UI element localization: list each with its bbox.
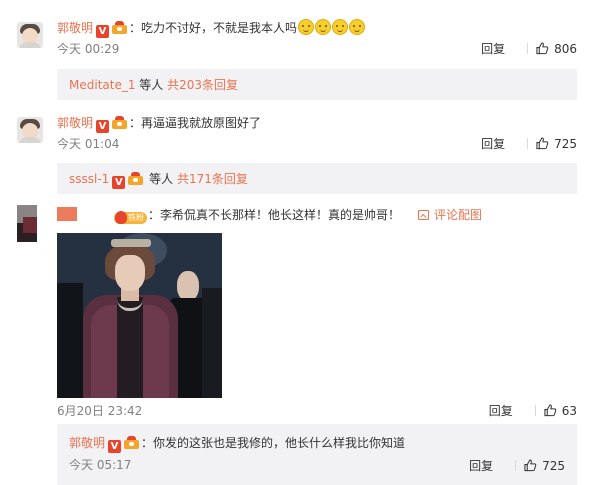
sub-replies-box[interactable]: ssssl-1 V 等人 共171条回复 xyxy=(57,163,577,194)
avatar[interactable] xyxy=(17,205,37,242)
avatar[interactable] xyxy=(17,22,43,48)
sub-reply-total-link[interactable]: 共203条回复 xyxy=(167,78,238,92)
v-badge-icon: V xyxy=(112,176,126,189)
comment-photo[interactable] xyxy=(57,233,222,398)
sub-reply-total-link[interactable]: 共171条回复 xyxy=(177,172,248,186)
fan-badge-icon: 铁粉 xyxy=(114,211,147,224)
avatar[interactable] xyxy=(17,117,43,143)
sub-reply-middle: 等人 xyxy=(145,172,177,186)
comment-actions: 回复 725 xyxy=(481,136,577,152)
smile-emoji-icon xyxy=(298,19,315,35)
comment-line: 郭敬明 V ：吃力不讨好，不就是我本人吗 xyxy=(57,19,366,38)
reply-line: 郭敬明 V ：你发的这张也是我修的，他长什么样我比你知道 xyxy=(69,434,406,453)
like-count: 63 xyxy=(561,404,577,418)
reply-thread: 郭敬明 V ：你发的这张也是我修的，他长什么样我比你知道 今天 05:17 回复 72… xyxy=(57,424,577,485)
username-link[interactable]: 郭敬明 xyxy=(57,21,93,35)
sub-replies-box[interactable]: Meditate_1 等人 共203条回复 xyxy=(57,69,577,100)
v-badge-icon: V xyxy=(96,25,110,38)
crown-icon xyxy=(111,21,128,34)
comment-actions: 回复 806 xyxy=(481,41,577,57)
smile-emoji-icon xyxy=(332,19,349,35)
comment-text: ：李希侃真不长那样！他长这样！真的是帅哥！ xyxy=(148,208,401,222)
v-badge-icon: V xyxy=(96,120,110,133)
like-count: 725 xyxy=(542,459,565,473)
reply-text: ：你发的这张也是我修的，他长什么样我比你知道 xyxy=(141,436,406,450)
comment-line: 郭敬明 V ：再逼逼我就放原图好了 xyxy=(57,114,262,133)
username-link[interactable]: 郭敬明 xyxy=(57,116,93,130)
like-count: 806 xyxy=(554,42,577,56)
username-redacted[interactable] xyxy=(57,207,77,221)
like-count: 725 xyxy=(554,137,577,151)
view-picture-link[interactable]: 评论配图 xyxy=(418,208,482,222)
smile-emoji-icon xyxy=(349,19,366,35)
like-icon[interactable] xyxy=(544,404,557,417)
crown-icon xyxy=(111,116,128,129)
comment-time: 今天 00:29 xyxy=(57,42,120,56)
sub-reply-user[interactable]: ssssl-1 xyxy=(69,172,109,186)
smile-emoji-icon xyxy=(315,19,332,35)
crown-icon xyxy=(127,172,144,185)
comment-time: 今天 01:04 xyxy=(57,137,120,151)
comment-time: 6月20日 23:42 xyxy=(57,404,143,418)
reply-time: 今天 05:17 xyxy=(69,458,132,472)
like-icon[interactable] xyxy=(536,42,549,55)
like-icon[interactable] xyxy=(524,459,537,472)
reply-actions: 回复 725 xyxy=(469,458,565,474)
reply-button[interactable]: 回复 xyxy=(481,41,505,57)
reply-button[interactable]: 回复 xyxy=(489,403,513,419)
comment-text: ：再逼逼我就放原图好了 xyxy=(129,116,262,130)
comment-actions: 回复 63 xyxy=(489,403,577,419)
v-badge-icon: V xyxy=(108,440,122,453)
comment-text: ：吃力不讨好，不就是我本人吗 xyxy=(129,21,298,35)
comment-line: 铁粉 ：李希侃真不长那样！他长这样！真的是帅哥！ 评论配图 xyxy=(114,206,482,224)
like-icon[interactable] xyxy=(536,137,549,150)
picture-icon xyxy=(418,210,430,220)
sub-reply-user[interactable]: Meditate_1 xyxy=(69,78,135,92)
username-link[interactable]: 郭敬明 xyxy=(69,436,105,450)
crown-icon xyxy=(123,436,140,449)
sub-reply-middle: 等人 xyxy=(135,78,168,92)
reply-button[interactable]: 回复 xyxy=(481,136,505,152)
reply-button[interactable]: 回复 xyxy=(469,458,493,474)
